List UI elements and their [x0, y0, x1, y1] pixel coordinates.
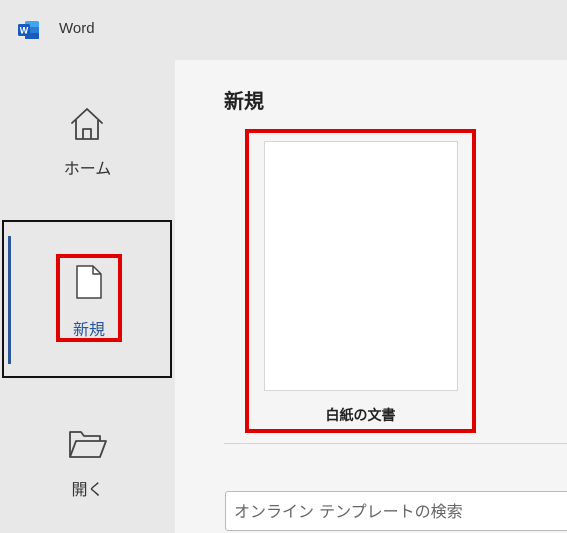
sidebar-item-label: 新規	[72, 320, 105, 339]
backstage-sidebar: ホーム 新規 開く	[0, 60, 175, 533]
new-document-icon	[76, 265, 102, 299]
template-blank-document[interactable]: 白紙の文書	[245, 129, 476, 433]
sidebar-item-label: ホーム	[63, 159, 112, 178]
word-logo-letter: W	[20, 26, 29, 36]
page-title: 新規	[224, 89, 264, 113]
app-title: Word	[59, 20, 95, 37]
word-logo-icon: W	[18, 21, 39, 39]
divider	[224, 443, 567, 444]
main-panel: 新規 白紙の文書	[175, 60, 567, 533]
selected-indicator	[8, 236, 11, 364]
template-search-box[interactable]	[225, 491, 567, 531]
title-bar: W Word	[0, 0, 567, 60]
template-search-input[interactable]	[226, 492, 567, 530]
sidebar-item-new[interactable]: 新規	[2, 220, 172, 378]
sidebar-item-open[interactable]: 開く	[0, 420, 175, 500]
sidebar-item-home[interactable]: ホーム	[0, 100, 175, 190]
template-label: 白紙の文書	[325, 408, 396, 424]
folder-open-icon	[69, 431, 107, 458]
sidebar-item-label: 開く	[71, 480, 104, 499]
home-icon	[71, 108, 103, 140]
blank-document-thumbnail[interactable]	[264, 141, 458, 391]
